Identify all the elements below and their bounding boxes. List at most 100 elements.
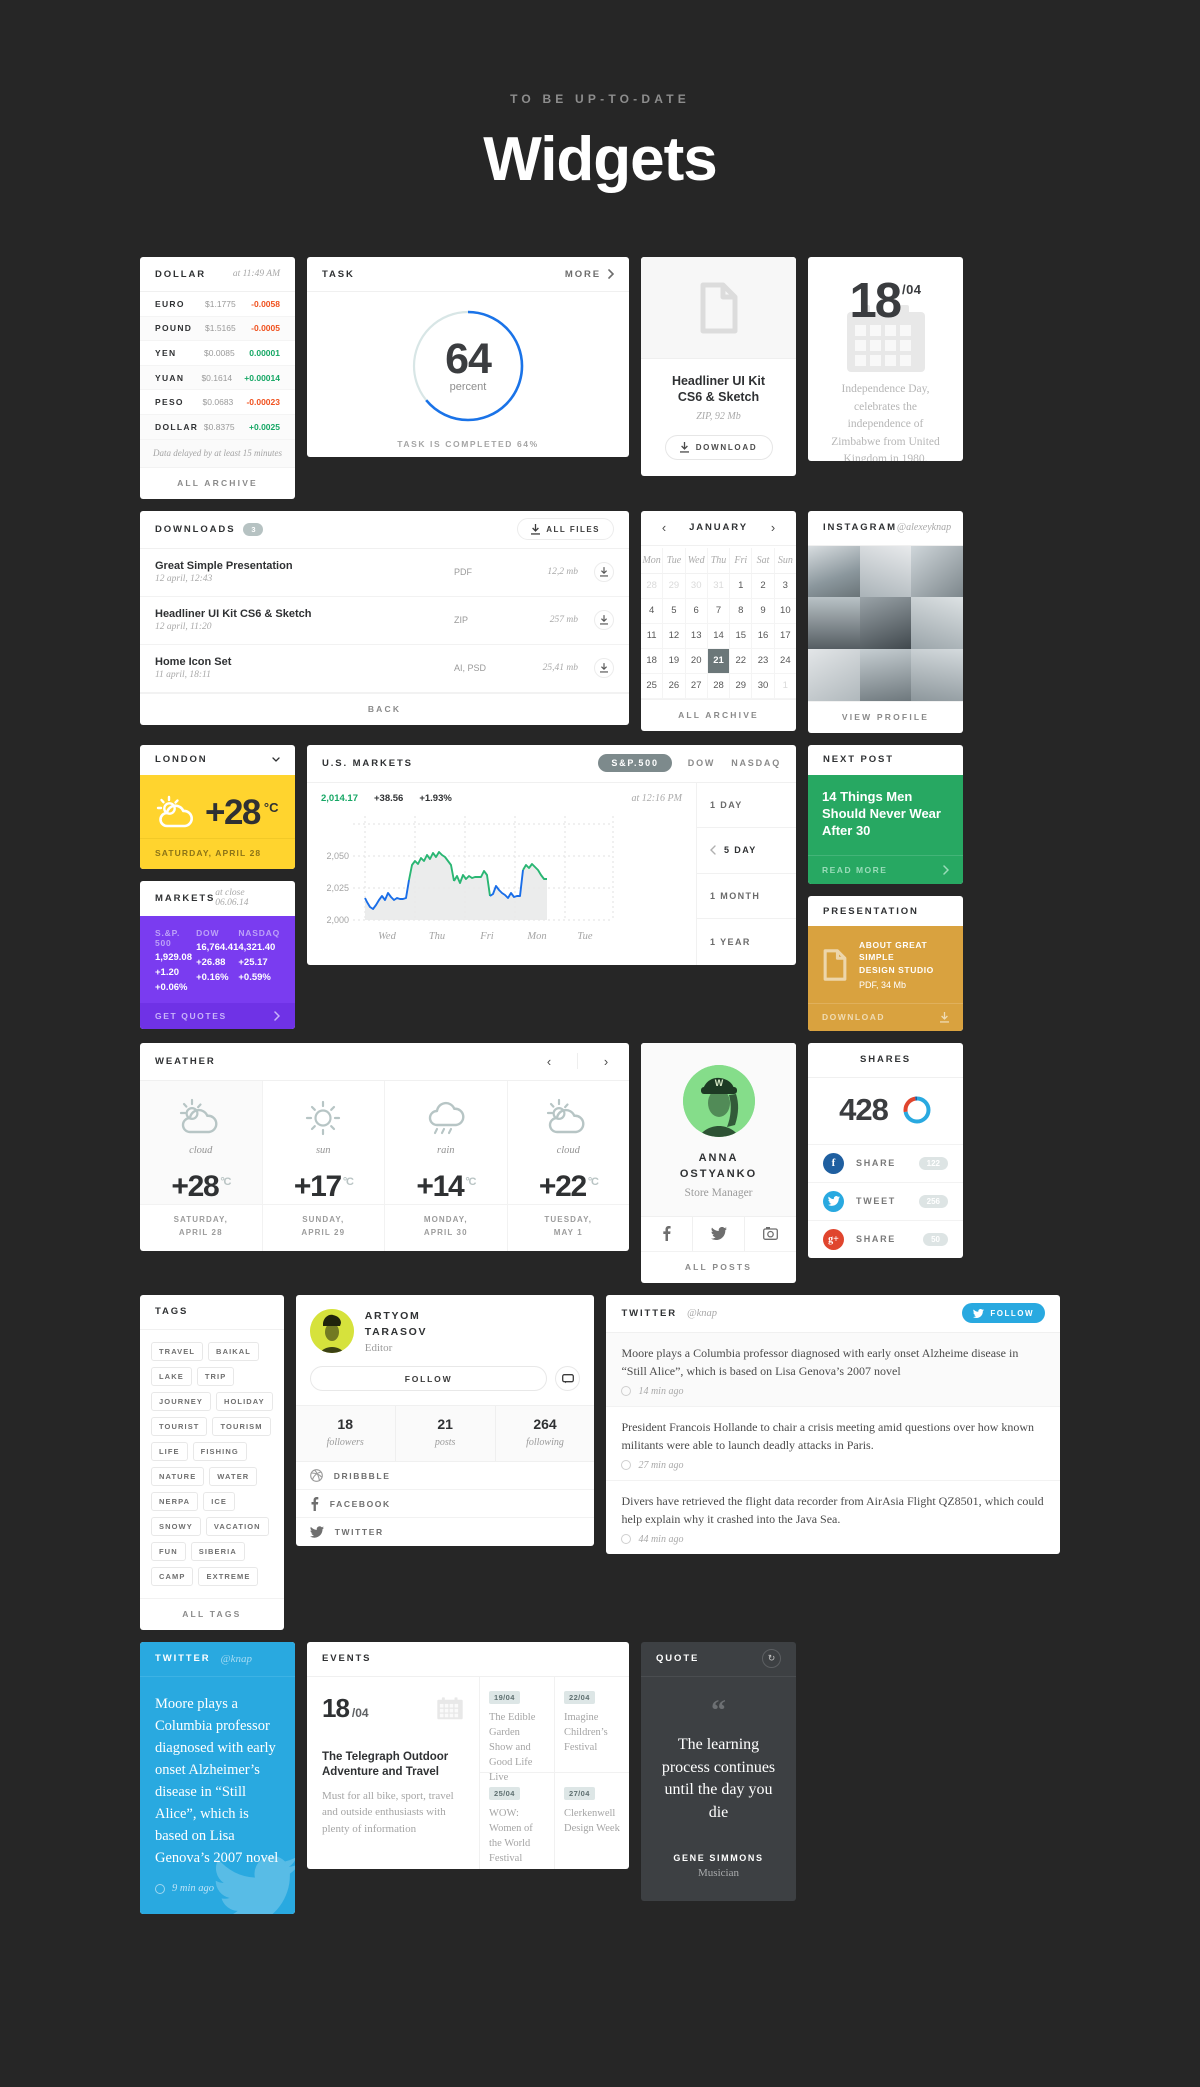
calendar-day[interactable]: 15	[730, 623, 753, 649]
calendar-day[interactable]: 18	[641, 648, 664, 674]
profile-link-facebook[interactable]: FACEBOOK	[295, 1490, 595, 1519]
tag-item[interactable]: CAMP	[151, 1566, 194, 1586]
tag-item[interactable]: SIBERIA	[190, 1541, 245, 1561]
tag-item[interactable]: BAIKAL	[208, 1341, 259, 1361]
calendar-day[interactable]: 2	[752, 573, 775, 599]
weather-prev-button[interactable]: ‹	[541, 1054, 557, 1069]
calendar-day[interactable]: 31	[707, 573, 731, 599]
calendar-day[interactable]: 6	[685, 598, 708, 624]
tag-item[interactable]: NERPA	[151, 1491, 199, 1511]
tag-item[interactable]: HOLIDAY	[215, 1391, 273, 1411]
profile-link-twitter[interactable]: TWITTER	[296, 1518, 595, 1546]
tag-item[interactable]: NATURE	[151, 1466, 205, 1486]
calendar-next-button[interactable]: ›	[765, 520, 781, 535]
calendar-day[interactable]: 26	[663, 673, 686, 699]
weather-day[interactable]: cloud +28 °C	[140, 1080, 263, 1204]
calendar-day[interactable]: 29	[730, 673, 753, 699]
calendar-day[interactable]: 22	[730, 648, 753, 674]
calendar-day[interactable]: 14	[707, 623, 731, 649]
share-row-google[interactable]: g+ SHARE 50	[808, 1219, 963, 1258]
twitter-follow-button[interactable]: FOLLOW	[962, 1303, 1045, 1324]
list-item[interactable]: Great Simple Presentation 12 april, 12:4…	[140, 549, 629, 597]
calendar-day[interactable]: 30	[752, 673, 775, 699]
tab-sp500[interactable]: S&P.500	[598, 754, 672, 773]
event-item[interactable]: 27/04 Clerkenwell Design Week	[555, 1773, 629, 1869]
instagram-photo[interactable]	[911, 545, 963, 598]
weather-next-button[interactable]: ›	[598, 1054, 614, 1069]
event-item[interactable]: 19/04 The Edible Garden Show and Good Li…	[480, 1677, 554, 1783]
tag-item[interactable]: ICE	[203, 1491, 236, 1511]
range-1-year[interactable]: 1 YEAR	[697, 919, 796, 965]
weather-day[interactable]: sun +17 °C	[263, 1080, 385, 1204]
calendar-day[interactable]: 16	[752, 623, 775, 649]
download-button[interactable]	[594, 562, 614, 583]
calendar-day[interactable]: 28	[707, 673, 731, 699]
tab-nasdaq[interactable]: NASDAQ	[731, 758, 781, 768]
event-item[interactable]: 22/04 Imagine Children’s Festival	[555, 1677, 629, 1773]
calendar-day[interactable]: 11	[641, 623, 664, 649]
weather-day[interactable]: rain +14 °C	[385, 1080, 508, 1204]
presentation-download-button[interactable]: DOWNLOAD	[808, 1002, 963, 1031]
tag-item[interactable]: FUN	[151, 1541, 186, 1561]
table-row[interactable]: DOLLAR $0.8375 +0.0025	[140, 414, 295, 440]
tweet-item[interactable]: President Francois Hollande to chair a c…	[606, 1407, 1060, 1481]
calendar-day[interactable]: 20	[685, 648, 708, 674]
calendar-day[interactable]: 12	[663, 623, 686, 649]
table-row[interactable]: POUND $1.5165 -0.0005	[140, 316, 295, 342]
tab-dow[interactable]: DOW	[688, 758, 715, 768]
instagram-photo[interactable]	[859, 545, 912, 598]
events-main[interactable]: 18/04 The Telegraph Outdoor Adventure an…	[307, 1677, 479, 1869]
share-row-facebook[interactable]: f SHARE 122	[808, 1143, 963, 1182]
table-row[interactable]: PESO $0.0683 -0.00023	[140, 390, 295, 415]
calendar-day[interactable]: 24	[774, 649, 796, 674]
calendar-day[interactable]: 8	[730, 598, 753, 624]
range-1-day[interactable]: 1 DAY	[697, 783, 796, 829]
tag-item[interactable]: SNOWY	[151, 1516, 201, 1536]
twitter-icon[interactable]	[693, 1216, 745, 1251]
all-files-button[interactable]: ALL FILES	[517, 518, 614, 541]
instagram-icon[interactable]	[745, 1217, 796, 1251]
calendar-day[interactable]: 1	[730, 573, 753, 599]
calendar-day[interactable]: 9	[752, 598, 775, 624]
range-5-day[interactable]: 5 DAY	[697, 828, 796, 874]
calendar-day[interactable]: 29	[663, 573, 686, 599]
calendar-day[interactable]: 3	[774, 574, 796, 599]
task-more-button[interactable]: MORE	[565, 269, 614, 280]
profile-link-dribbble[interactable]: DRIBBBLE	[295, 1462, 595, 1491]
instagram-photo[interactable]	[808, 597, 860, 649]
follow-button[interactable]: FOLLOW	[309, 1366, 548, 1392]
calendar-day[interactable]: 5	[663, 598, 686, 624]
instagram-photo[interactable]	[808, 545, 860, 598]
get-quotes-button[interactable]: GET QUOTES	[140, 1002, 295, 1029]
instagram-profile-link[interactable]: VIEW PROFILE	[808, 700, 963, 733]
share-row-twitter[interactable]: TWEET 256	[808, 1181, 963, 1220]
range-1-month[interactable]: 1 MONTH	[697, 874, 796, 920]
tag-item[interactable]: EXTREME	[198, 1566, 259, 1586]
calendar-day[interactable]: 10	[774, 599, 796, 624]
read-more-button[interactable]: READ MORE	[808, 855, 963, 885]
tag-item[interactable]: JOURNEY	[151, 1391, 211, 1411]
table-row[interactable]: YEN $0.0085 0.00001	[140, 341, 295, 366]
dollar-archive-link[interactable]: ALL ARCHIVE	[140, 466, 295, 499]
instagram-photo[interactable]	[808, 648, 860, 701]
instagram-photo[interactable]	[859, 597, 912, 649]
calendar-day[interactable]: 28	[641, 573, 664, 599]
calendar-day[interactable]: 27	[685, 673, 708, 699]
tag-item[interactable]: TOURISM	[212, 1416, 271, 1436]
tag-item[interactable]: TOURIST	[151, 1416, 208, 1436]
download-button[interactable]	[594, 610, 614, 631]
tweet-item[interactable]: Divers have retrieved the flight data re…	[606, 1481, 1060, 1554]
calendar-day[interactable]: 19	[663, 648, 686, 674]
calendar-day[interactable]: 25	[641, 673, 664, 699]
instagram-photo[interactable]	[911, 648, 963, 701]
calendar-prev-button[interactable]: ‹	[656, 520, 672, 535]
facebook-icon[interactable]	[641, 1216, 693, 1251]
calendar-day-selected[interactable]: 21	[707, 648, 731, 674]
list-item[interactable]: Headliner UI Kit CS6 & Sketch 12 april, …	[140, 597, 629, 645]
downloads-back-link[interactable]: BACK	[140, 692, 629, 725]
event-item[interactable]: 25/04 WOW: Women of the World Festival	[480, 1773, 554, 1869]
calendar-archive-link[interactable]: ALL ARCHIVE	[641, 698, 796, 731]
weather-day[interactable]: cloud +22 °C	[508, 1081, 630, 1204]
person-all-posts-link[interactable]: ALL POSTS	[641, 1250, 796, 1283]
message-icon[interactable]	[555, 1366, 581, 1392]
